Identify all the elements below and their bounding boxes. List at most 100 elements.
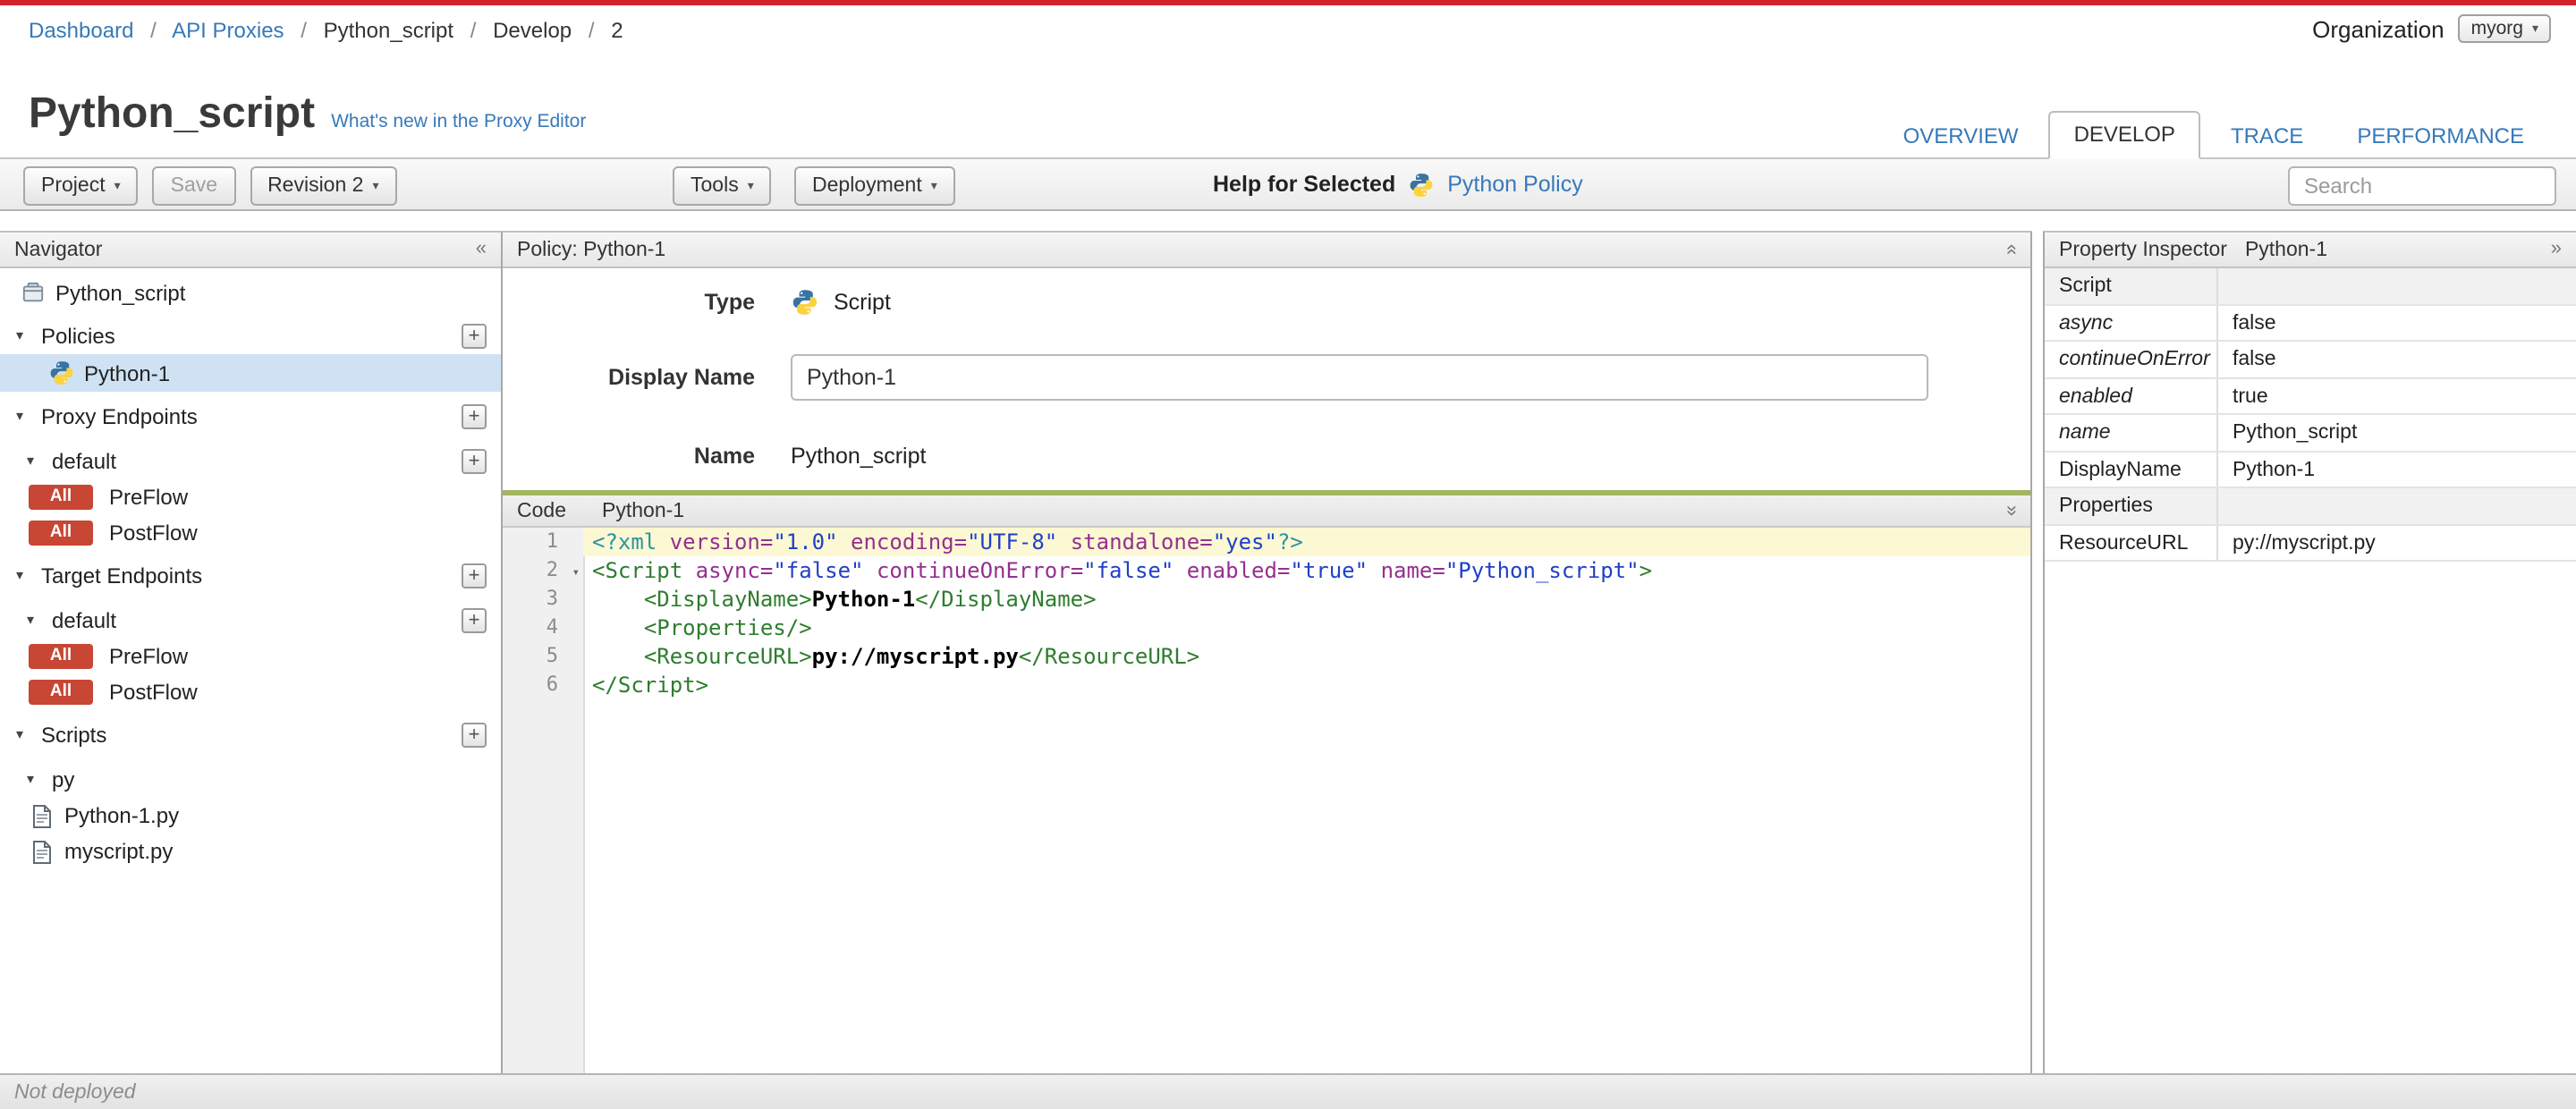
tab-trace[interactable]: TRACE [2207,114,2326,159]
nav-item-label: Python-1.py [64,803,180,828]
chevron-down-icon[interactable]: ▾ [27,453,43,469]
add-button[interactable]: + [462,323,487,348]
nav-item-default[interactable]: ▾ default + [0,601,501,639]
breadcrumb-current-proxy: Python_script [323,18,454,43]
nav-item-label: Policies [41,323,115,348]
nav-item-postflow[interactable]: All PostFlow [0,674,501,710]
nav-item-myscript-py[interactable]: myscript.py [0,834,501,869]
chevron-down-icon[interactable]: ▾ [16,408,32,424]
breadcrumb-current-view: Develop [493,18,572,43]
code-line-3[interactable]: 3 <DisplayName>Python-1</DisplayName> [503,585,2030,614]
nav-item-label: Scripts [41,722,107,747]
nav-item-scripts[interactable]: ▾ Scripts + [0,715,501,753]
flow-condition-badge: All [29,485,93,510]
code-line-content: <ResourceURL>py://myscript.py</ResourceU… [643,644,1200,669]
chevron-down-icon[interactable]: ▾ [16,327,32,343]
nav-item-default[interactable]: ▾ default + [0,442,501,479]
inspector-row-properties[interactable]: Properties [2045,488,2576,525]
python-policy-help-link[interactable]: Python Policy [1447,172,1582,197]
code-line-content: <Script async="false" continueOnError="f… [592,558,1653,583]
nav-item-preflow[interactable]: All PreFlow [0,479,501,515]
toolbar-left-group: Project ▾ Save Revision 2 ▾ [23,166,397,206]
breadcrumb-link-dashboard[interactable]: Dashboard [29,18,133,43]
collapse-panel-icon[interactable]: « [476,239,487,259]
fold-icon[interactable]: ▾ [572,558,580,587]
code-line-6[interactable]: 6 </Script> [503,671,2030,699]
collapse-section-icon[interactable]: « [2001,244,2022,255]
whats-new-link[interactable]: What's new in the Proxy Editor [331,111,586,132]
nav-item-python-script[interactable]: Python_script [0,274,501,311]
chevron-down-icon[interactable]: ▾ [16,567,32,583]
page-title: Python_script [29,89,316,138]
breadcrumb-link-api-proxies[interactable]: API Proxies [172,18,284,43]
chevron-down-icon: ▾ [930,181,937,193]
inspector-property-value[interactable]: Python-1 [2218,452,2576,487]
inspector-row-name[interactable]: name Python_script [2045,415,2576,452]
inspector-property-value[interactable]: Python_script [2218,415,2576,450]
inspector-row-enabled[interactable]: enabled true [2045,378,2576,415]
add-button[interactable]: + [462,607,487,632]
display-name-input[interactable] [791,354,1928,401]
inspector-row-resourceurl[interactable]: ResourceURL py://myscript.py [2045,525,2576,562]
add-button[interactable]: + [462,403,487,428]
code-editor[interactable]: 1 <?xml version="1.0" encoding="UTF-8" st… [503,528,2030,1073]
nav-item-py[interactable]: ▾ py [0,760,501,798]
add-button[interactable]: + [462,448,487,473]
chevron-down-icon: ▾ [372,181,379,193]
inspector-property-name: Properties [2045,488,2218,523]
flow-condition-badge: All [29,680,93,705]
nav-item-policies[interactable]: ▾ Policies + [0,317,501,354]
policy-form: Type Script Display Name Name Python_scr… [503,268,2030,490]
chevron-down-icon[interactable]: ▾ [16,726,32,742]
code-line-2[interactable]: 2 ▾ <Script async="false" continueOnError=… [503,556,2030,585]
nav-item-python-1-py[interactable]: Python-1.py [0,798,501,834]
nav-item-proxy-endpoints[interactable]: ▾ Proxy Endpoints + [0,397,501,435]
nav-item-preflow[interactable]: All PreFlow [0,639,501,674]
tab-overview[interactable]: OVERVIEW [1880,114,2042,159]
tools-menu-button[interactable]: Tools ▾ [673,166,772,206]
expand-panel-icon[interactable]: » [2551,239,2562,259]
code-line-4[interactable]: 4 <Properties/> [503,614,2030,642]
button-label: Save [170,175,218,197]
inspector-row-continueonerror[interactable]: continueOnError false [2045,342,2576,378]
nav-item-label: Python-1 [84,360,171,385]
tab-develop[interactable]: DEVELOP [2048,111,2200,159]
flow-condition-badge: All [29,644,93,669]
code-line-1[interactable]: 1 <?xml version="1.0" encoding="UTF-8" st… [503,528,2030,556]
inspector-property-value[interactable]: true [2218,378,2576,413]
property-inspector-panel: Property Inspector Python-1 » Script asyn… [2043,231,2576,1073]
add-button[interactable]: + [462,722,487,747]
name-value: Python_script [791,444,927,469]
chevron-down-icon[interactable]: ▾ [27,771,43,787]
inspector-table: Script async false continueOnError false enab… [2045,268,2576,562]
inspector-property-value[interactable]: py://myscript.py [2218,525,2576,560]
inspector-property-name: enabled [2045,378,2218,413]
inspector-title: Property Inspector [2059,239,2227,260]
code-line-content: <Properties/> [643,615,812,640]
inspector-property-value[interactable]: false [2218,342,2576,377]
nav-item-label: PreFlow [109,644,189,669]
inspector-row-displayname[interactable]: DisplayName Python-1 [2045,452,2576,488]
inspector-property-name: DisplayName [2045,452,2218,487]
inspector-property-name: async [2045,305,2218,340]
tab-performance[interactable]: PERFORMANCE [2334,114,2547,159]
chevron-down-icon[interactable]: ▾ [27,612,43,628]
nav-item-postflow[interactable]: All PostFlow [0,515,501,551]
save-button[interactable]: Save [152,166,236,206]
nav-item-target-endpoints[interactable]: ▾ Target Endpoints + [0,556,501,594]
line-number: 6 [546,673,558,696]
project-menu-button[interactable]: Project ▾ [23,166,139,206]
code-line-content: <DisplayName>Python-1</DisplayName> [643,587,1097,612]
inspector-property-value[interactable]: false [2218,305,2576,340]
search-input[interactable] [2288,166,2556,206]
inspector-row-async[interactable]: async false [2045,305,2576,342]
inspector-row-script[interactable]: Script [2045,268,2576,305]
expand-section-icon[interactable]: » [2001,505,2022,516]
nav-item-python-1[interactable]: Python-1 [0,354,501,392]
code-line-5[interactable]: 5 <ResourceURL>py://myscript.py</Resourc… [503,642,2030,671]
organization-select[interactable]: myorg ▾ [2458,14,2551,43]
revision-menu-button[interactable]: Revision 2 ▾ [250,166,397,206]
add-button[interactable]: + [462,563,487,588]
deployment-menu-button[interactable]: Deployment ▾ [794,166,955,206]
nav-item-label: PreFlow [109,485,189,510]
